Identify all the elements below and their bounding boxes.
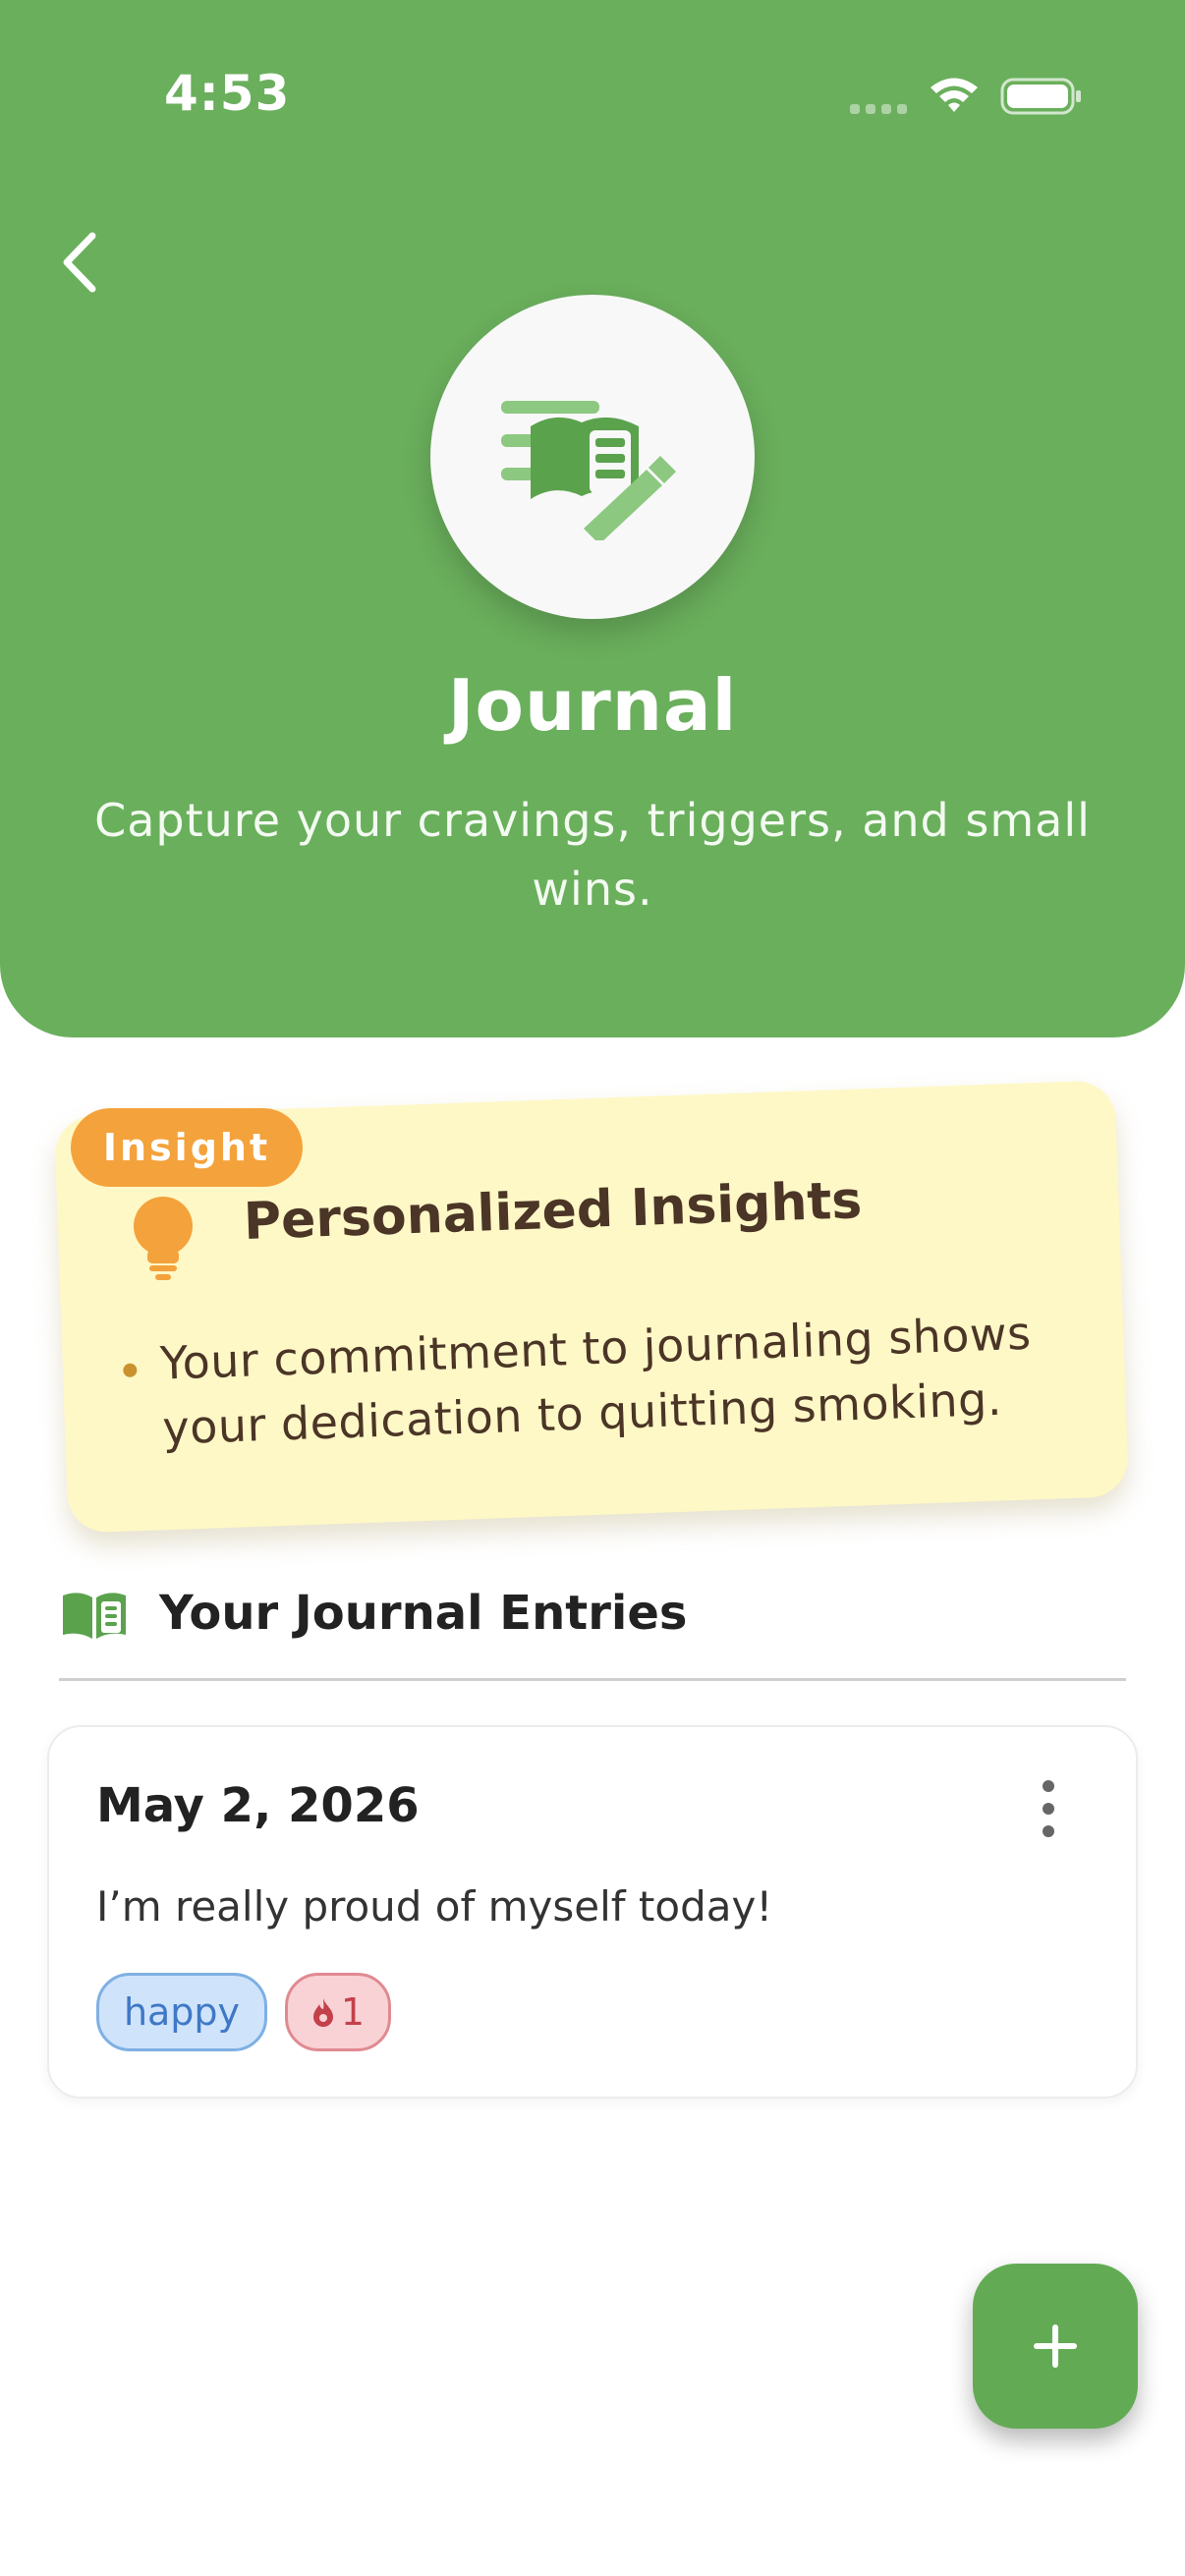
page-title: Journal bbox=[447, 664, 738, 747]
cellular-signal-icon bbox=[850, 104, 909, 116]
insight-badge: Insight bbox=[71, 1108, 303, 1187]
page-subtitle: Capture your cravings, triggers, and sma… bbox=[94, 794, 1091, 916]
craving-count: 1 bbox=[340, 1990, 366, 2034]
journal-entry-card[interactable]: May 2, 2026 I’m really proud of myself t… bbox=[47, 1725, 1138, 2099]
mood-tag: happy bbox=[96, 1973, 267, 2051]
status-bar-time: 4:53 bbox=[164, 65, 291, 122]
more-vertical-icon[interactable] bbox=[1034, 1778, 1063, 1839]
back-chevron-icon[interactable] bbox=[57, 228, 106, 297]
battery-icon bbox=[1000, 78, 1081, 115]
add-entry-button[interactable] bbox=[973, 2264, 1138, 2429]
open-book-icon bbox=[63, 1593, 126, 1639]
journal-writing-icon bbox=[501, 401, 676, 540]
lightbulb-icon bbox=[134, 1197, 193, 1280]
entries-heading: Your Journal Entries bbox=[159, 1586, 688, 1641]
section-divider bbox=[59, 1678, 1126, 1681]
journal-hero-badge bbox=[430, 295, 755, 619]
bullet-dot bbox=[123, 1363, 138, 1377]
header: 4:53 Journal Capture your cravings, trig… bbox=[0, 0, 1185, 1037]
flame-icon bbox=[312, 1998, 333, 2027]
entry-date: May 2, 2026 bbox=[96, 1778, 420, 1833]
craving-tag: 1 bbox=[285, 1973, 391, 2051]
entry-text: I’m really proud of myself today! bbox=[96, 1882, 773, 1931]
wifi-icon bbox=[931, 78, 978, 112]
plus-icon bbox=[1034, 2324, 1077, 2368]
